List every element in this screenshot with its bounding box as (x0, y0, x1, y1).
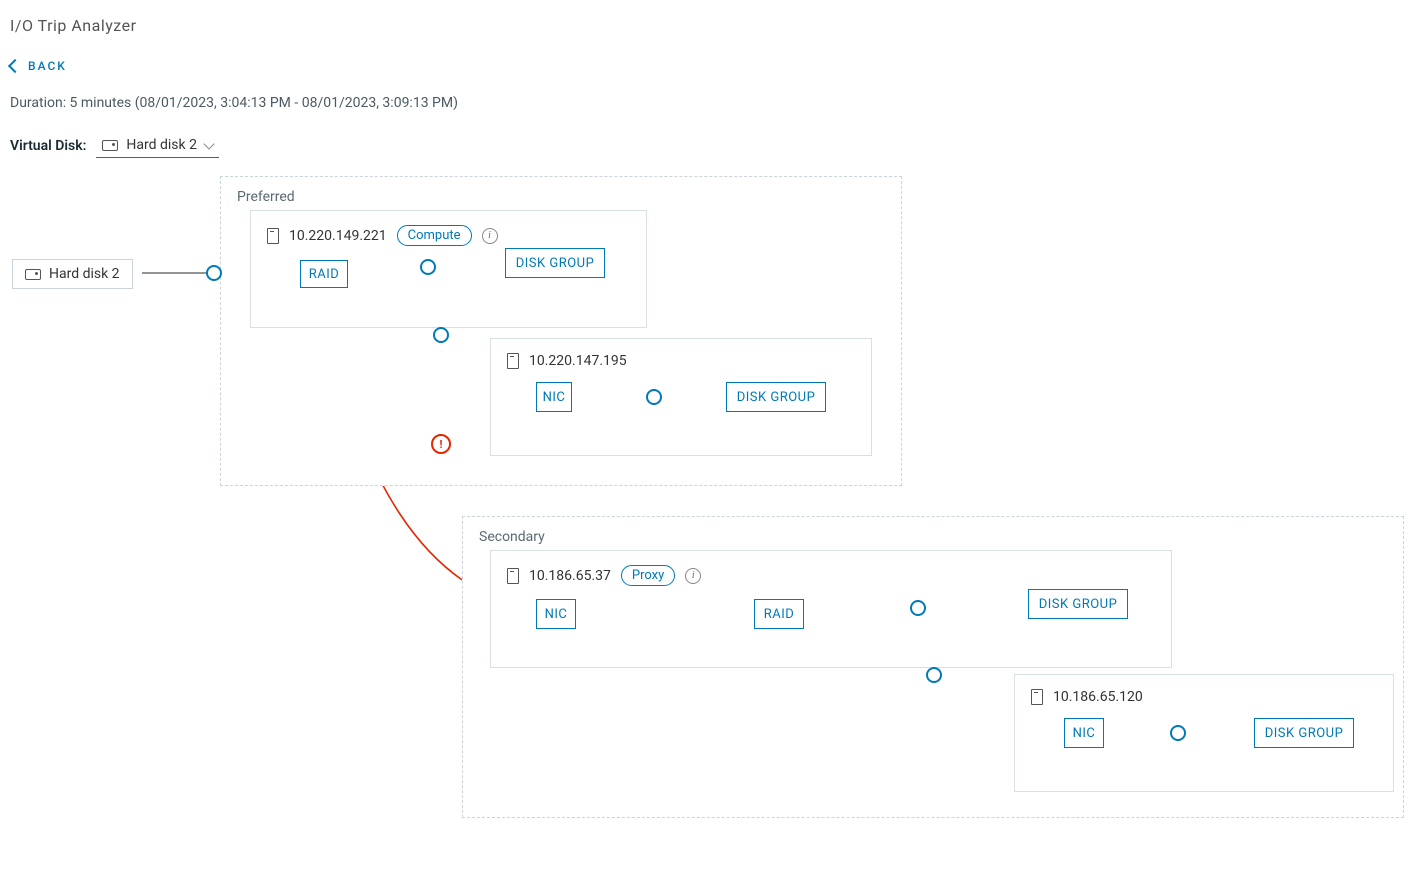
diskgroup-node-h3[interactable]: DISK GROUP (1028, 589, 1128, 619)
host-icon (1031, 689, 1043, 705)
virtual-disk-label: Virtual Disk: (10, 138, 86, 154)
back-button[interactable]: BACK (10, 59, 67, 73)
nic-node-h2[interactable]: NIC (536, 382, 572, 412)
host4-ip: 10.186.65.120 (1053, 689, 1143, 705)
topology-canvas: Hard disk 2 Preferred 10.220.149.221 Com… (10, 176, 1417, 856)
info-icon[interactable]: i (685, 568, 701, 584)
latency-dot[interactable] (420, 259, 436, 275)
host-icon (507, 568, 519, 584)
diskgroup-node-h1[interactable]: DISK GROUP (505, 248, 605, 278)
hard-disk-icon (102, 140, 118, 151)
latency-dot[interactable] (646, 389, 662, 405)
latency-dot[interactable] (433, 327, 449, 343)
latency-dot[interactable] (910, 600, 926, 616)
virtual-disk-selected: Hard disk 2 (126, 137, 197, 153)
host3-role-badge: Proxy (621, 565, 675, 586)
raid-node-h3[interactable]: RAID (754, 599, 804, 629)
back-label: BACK (28, 59, 67, 73)
host3-ip: 10.186.65.37 (529, 568, 611, 584)
chevron-left-icon (8, 59, 22, 73)
source-disk-label: Hard disk 2 (49, 266, 120, 282)
diskgroup-node-h2[interactable]: DISK GROUP (726, 382, 826, 412)
alert-dot-icon[interactable]: ! (431, 434, 451, 454)
nic-node-h4[interactable]: NIC (1064, 718, 1104, 748)
latency-dot[interactable] (926, 667, 942, 683)
raid-node-h1[interactable]: RAID (300, 260, 348, 288)
source-disk-node[interactable]: Hard disk 2 (12, 259, 133, 289)
virtual-disk-select[interactable]: Hard disk 2 (96, 133, 219, 158)
diskgroup-node-h4[interactable]: DISK GROUP (1254, 718, 1354, 748)
host1-role-badge: Compute (397, 225, 472, 246)
host-icon (267, 228, 279, 244)
nic-node-h3[interactable]: NIC (536, 599, 576, 629)
preferred-label: Preferred (221, 177, 901, 205)
secondary-label: Secondary (463, 517, 1403, 545)
latency-dot[interactable] (206, 265, 222, 281)
latency-dot[interactable] (1170, 725, 1186, 741)
info-icon[interactable]: i (482, 228, 498, 244)
host-icon (507, 353, 519, 369)
host2-ip: 10.220.147.195 (529, 353, 627, 369)
hard-disk-icon (25, 269, 41, 280)
host1-ip: 10.220.149.221 (289, 228, 387, 244)
duration-text: Duration: 5 minutes (08/01/2023, 3:04:13… (10, 95, 1417, 111)
page-title: I/O Trip Analyzer (10, 16, 1417, 35)
chevron-down-icon (203, 138, 214, 149)
